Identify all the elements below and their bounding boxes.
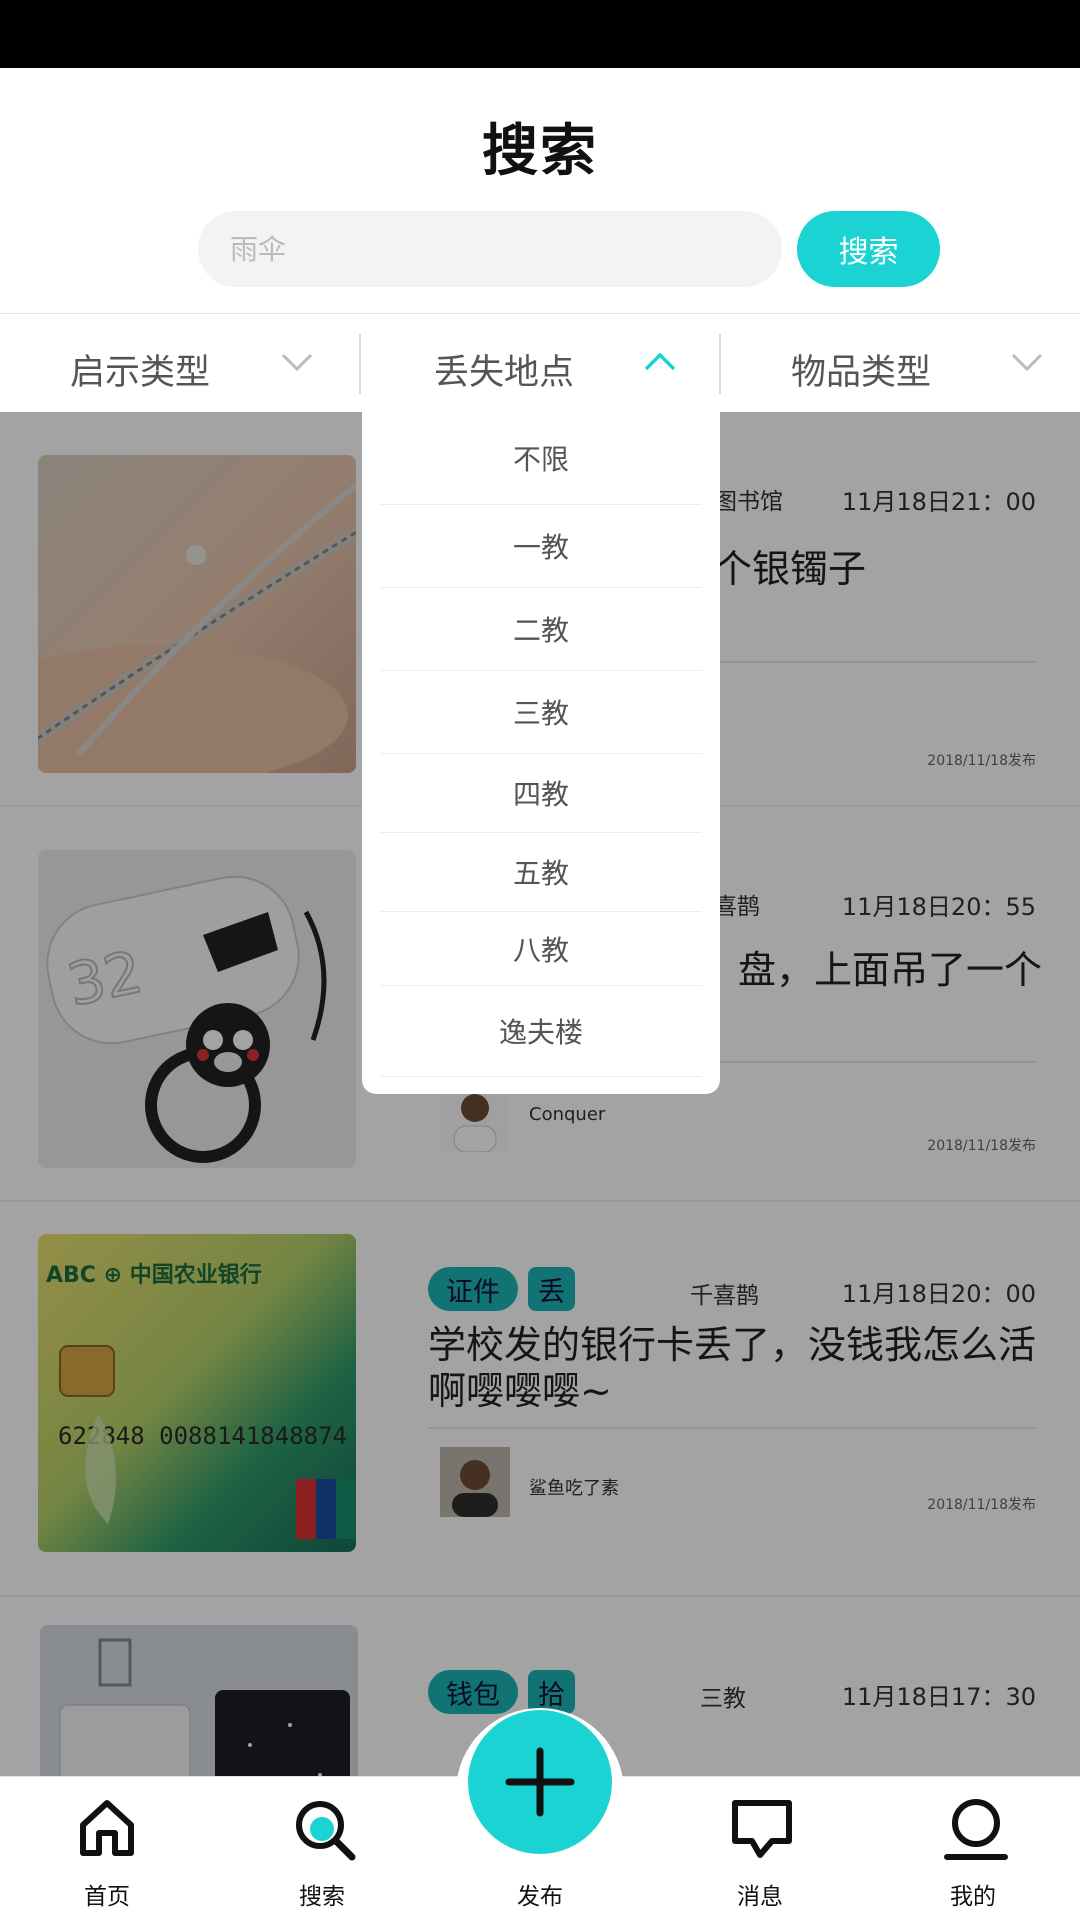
message-icon: [732, 1800, 792, 1858]
chevron-down-icon: [281, 353, 313, 372]
profile-icon: [944, 1799, 1008, 1860]
dropdown-option[interactable]: 四教: [380, 754, 702, 833]
publish-button[interactable]: [468, 1710, 612, 1854]
plus-icon: [505, 1747, 575, 1817]
tab-label: 首页: [84, 1884, 130, 1910]
filter-item-type[interactable]: 物品类型: [720, 314, 1080, 412]
home-icon: [80, 1800, 134, 1856]
tab-label: 我的: [950, 1884, 996, 1910]
tab-messages[interactable]: 消息: [690, 1777, 830, 1920]
search-button[interactable]: 搜索: [797, 211, 940, 287]
dropdown-option[interactable]: 不限: [380, 412, 702, 505]
filter-notice-type[interactable]: 启示类型: [0, 314, 360, 412]
dropdown-option[interactable]: 五教: [380, 833, 702, 912]
search-input[interactable]: [198, 211, 782, 287]
filter-lost-location[interactable]: 丢失地点: [360, 314, 720, 412]
tab-label: 发布: [517, 1884, 563, 1910]
filter-label: 启示类型: [70, 353, 211, 393]
tab-home[interactable]: 首页: [37, 1777, 177, 1920]
filter-label: 丢失地点: [434, 353, 575, 393]
location-dropdown: 不限 一教 二教 三教 四教 五教 八教 逸夫楼: [362, 412, 720, 1094]
dropdown-option[interactable]: 逸夫楼: [380, 986, 702, 1077]
tab-label: 消息: [737, 1884, 783, 1910]
tab-profile[interactable]: 我的: [903, 1777, 1043, 1920]
tab-label: 搜索: [299, 1884, 345, 1910]
dropdown-option[interactable]: 二教: [380, 588, 702, 671]
chevron-down-icon: [1011, 353, 1043, 372]
dropdown-option[interactable]: 一教: [380, 505, 702, 588]
header: 搜索 搜索: [0, 68, 1080, 313]
status-bar: [0, 0, 1080, 68]
tab-search[interactable]: 搜索: [252, 1777, 392, 1920]
page-title: 搜索: [482, 119, 598, 184]
chevron-up-icon: [644, 352, 676, 371]
filter-bar: 启示类型 丢失地点 物品类型: [0, 313, 1080, 412]
dropdown-option[interactable]: 八教: [380, 912, 702, 986]
search-icon: [296, 1801, 356, 1861]
filter-label: 物品类型: [791, 353, 932, 393]
dropdown-option[interactable]: 三教: [380, 671, 702, 754]
